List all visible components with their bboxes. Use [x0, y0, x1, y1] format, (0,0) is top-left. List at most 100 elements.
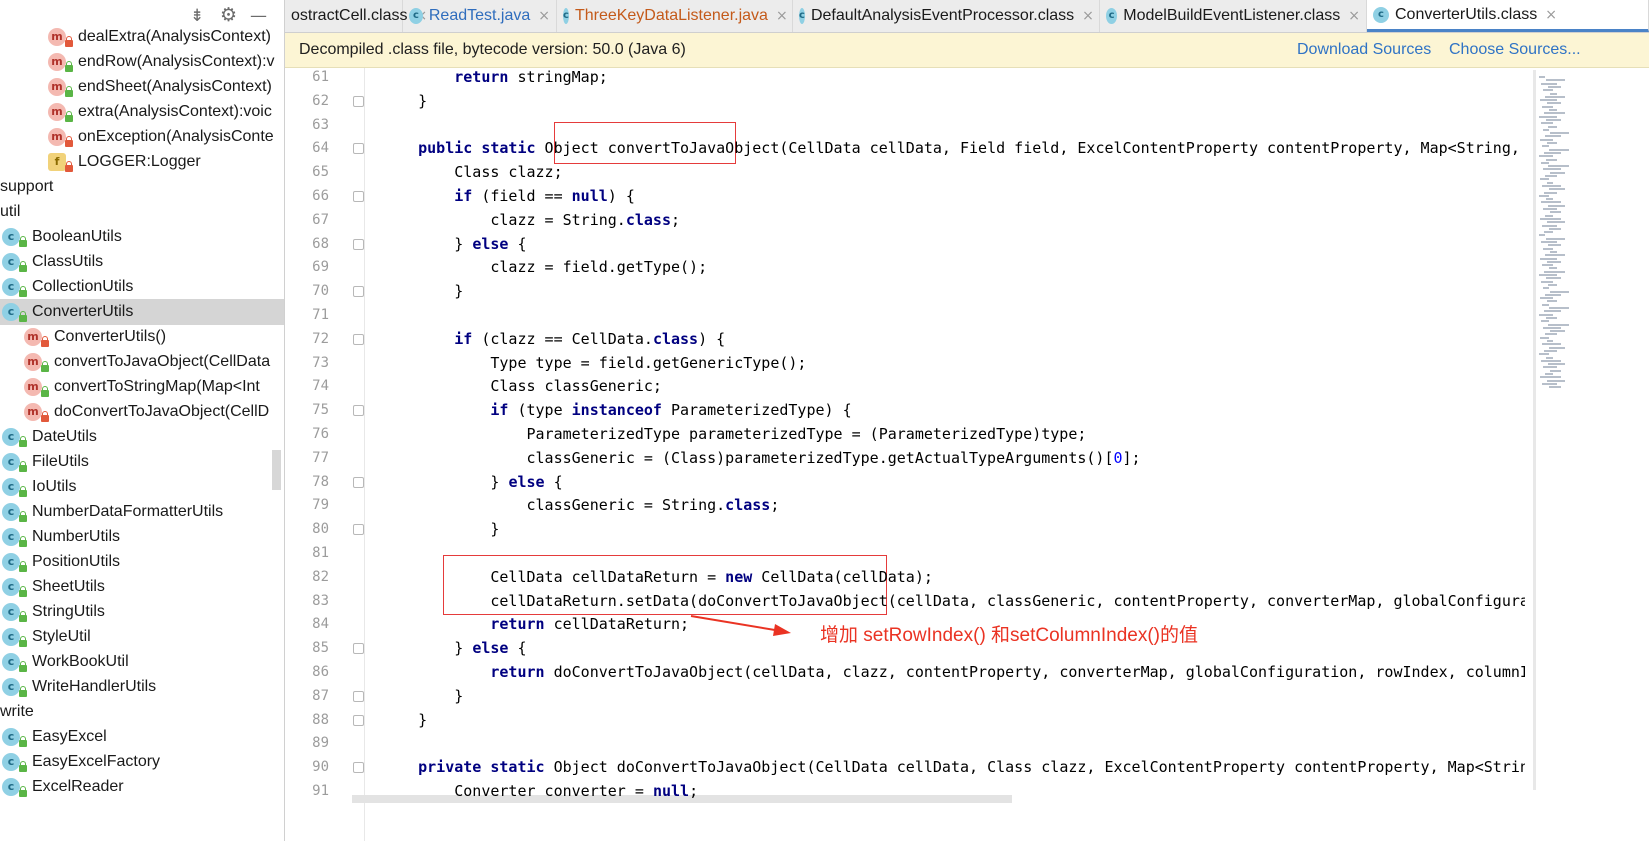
code-line[interactable]: ParameterizedType parameterizedType = (P…	[382, 422, 1086, 446]
tree-item[interactable]: c EasyExcelFactory	[0, 749, 284, 775]
tree-item[interactable]: c ClassUtils	[0, 249, 284, 275]
tree-item[interactable]: c StyleUtil	[0, 624, 284, 650]
code-line[interactable]: clazz = field.getType();	[382, 255, 707, 279]
code-line[interactable]: Class clazz;	[382, 160, 562, 184]
fold-marker-icon[interactable]	[353, 333, 364, 345]
editor-tab[interactable]: c ThreeKeyDataListener.java ×	[557, 0, 793, 32]
minimap-line	[1549, 267, 1557, 270]
tree-item[interactable]: c PositionUtils	[0, 549, 284, 575]
gear-icon[interactable]: ⚙	[220, 4, 237, 26]
tree-item[interactable]: c BooleanUtils	[0, 224, 284, 250]
tree-item[interactable]: c SheetUtils	[0, 574, 284, 600]
fold-marker-icon[interactable]	[353, 476, 364, 488]
tree-item[interactable]: c ExcelReader	[0, 774, 284, 800]
editor-tab[interactable]: c ReadTest.java ×	[403, 0, 557, 32]
code-line[interactable]: Converter converter = null;	[382, 779, 698, 803]
code-line[interactable]: } else {	[382, 636, 526, 660]
code-line[interactable]: }	[382, 279, 463, 303]
tree-item[interactable]: m convertToStringMap(Map<Int	[0, 374, 284, 400]
tree-item[interactable]: c FileUtils	[0, 449, 284, 475]
sidebar-scrollbar[interactable]	[272, 450, 281, 490]
class-icon: c	[2, 428, 27, 447]
tree-item[interactable]: c StringUtils	[0, 599, 284, 625]
fold-marker-icon[interactable]	[353, 191, 364, 202]
tree-item[interactable]: m onException(AnalysisConte	[0, 124, 284, 150]
tree-item[interactable]: c CollectionUtils	[0, 274, 284, 300]
fold-marker-icon[interactable]	[353, 143, 364, 155]
code-line[interactable]: }	[382, 517, 499, 541]
tree-item[interactable]: c DateUtils	[0, 424, 284, 450]
choose-sources-link[interactable]: Choose Sources...	[1449, 41, 1581, 59]
fold-marker-icon[interactable]	[353, 524, 364, 536]
close-tab-icon[interactable]: ×	[776, 8, 788, 24]
lock-icon	[65, 161, 73, 172]
tree-item[interactable]: write	[0, 699, 284, 725]
code-line[interactable]: private static Object doConvertToJavaObj…	[382, 755, 1628, 779]
code-line[interactable]: } else {	[382, 232, 526, 256]
code-line[interactable]: }	[382, 89, 427, 113]
code-line[interactable]: return cellDataReturn;	[382, 612, 689, 636]
code-line[interactable]: CellData cellDataReturn = new CellData(c…	[382, 565, 933, 589]
minimap-line	[1547, 221, 1565, 224]
code-line[interactable]: cellDataReturn.setData(doConvertToJavaOb…	[382, 589, 1628, 613]
code-line[interactable]: }	[382, 708, 427, 732]
code-line[interactable]: Type type = field.getGenericType();	[382, 351, 806, 375]
tree-item[interactable]: c WorkBookUtil	[0, 649, 284, 675]
tree-item[interactable]: m ConverterUtils()	[0, 324, 284, 350]
tree-item[interactable]: util	[0, 199, 284, 225]
fold-marker-icon[interactable]	[353, 286, 364, 298]
minimap-track[interactable]	[1533, 70, 1536, 790]
editor-tab[interactable]: c DefaultAnalysisEventProcessor.class ×	[793, 0, 1100, 32]
code-editor[interactable]: 61 return stringMap; 62 } 63 64 public stat…	[285, 68, 1649, 841]
tree-item[interactable]: m convertToJavaObject(CellData	[0, 349, 284, 375]
fold-marker-icon[interactable]	[353, 762, 364, 774]
tree-item[interactable]: m endSheet(AnalysisContext)	[0, 74, 284, 100]
code-line[interactable]: return stringMap;	[382, 68, 608, 89]
tree-item[interactable]: support	[0, 174, 284, 200]
code-line[interactable]: public static Object convertToJavaObject…	[382, 136, 1619, 160]
code-line[interactable]: return doConvertToJavaObject(cellData, c…	[382, 660, 1583, 684]
fold-marker-icon[interactable]	[353, 95, 364, 107]
code-line[interactable]: }	[382, 684, 463, 708]
fold-marker-icon[interactable]	[353, 714, 364, 726]
code-line[interactable]: Class classGeneric;	[382, 374, 662, 398]
code-line[interactable]: if (type instanceof ParameterizedType) {	[382, 398, 851, 422]
tree-item[interactable]: c NumberUtils	[0, 524, 284, 550]
class-icon: c	[2, 603, 27, 622]
minimize-icon[interactable]: —	[250, 6, 267, 26]
tree-item[interactable]: c WriteHandlerUtils	[0, 674, 284, 700]
fold-marker-icon[interactable]	[353, 405, 364, 417]
line-number: 85	[312, 640, 329, 657]
editor-tab[interactable]: c ModelBuildEventListener.class ×	[1100, 0, 1367, 32]
code-line[interactable]: clazz = String.class;	[382, 208, 680, 232]
close-tab-icon[interactable]: ×	[1082, 8, 1094, 24]
minimap-line	[1544, 270, 1565, 273]
collapse-icon[interactable]: ⇟	[190, 6, 204, 26]
editor-tab[interactable]: c ConverterUtils.class ×	[1367, 0, 1649, 32]
minimap-line	[1539, 155, 1553, 158]
code-line[interactable]: classGeneric = (Class)parameterizedType.…	[382, 446, 1140, 470]
close-tab-icon[interactable]: ×	[1545, 7, 1557, 23]
download-sources-link[interactable]: Download Sources	[1297, 41, 1431, 59]
tree-item[interactable]: m endRow(AnalysisContext):v	[0, 49, 284, 75]
close-tab-icon[interactable]: ×	[1348, 8, 1360, 24]
tree-item[interactable]: f LOGGER:Logger	[0, 149, 284, 175]
close-tab-icon[interactable]: ×	[538, 8, 550, 24]
tree-item[interactable]: m doConvertToJavaObject(CellD	[0, 399, 284, 425]
tree-item[interactable]: c IoUtils	[0, 474, 284, 500]
fold-marker-icon[interactable]	[353, 238, 364, 250]
tree-item[interactable]: c EasyExcel	[0, 724, 284, 750]
fold-marker-icon[interactable]	[353, 643, 364, 655]
class-icon: c	[2, 228, 27, 247]
editor-tab[interactable]: ostractCell.class×	[285, 0, 427, 32]
code-minimap[interactable]	[1525, 68, 1649, 841]
tree-item[interactable]: c NumberDataFormatterUtils	[0, 499, 284, 525]
code-line[interactable]: if (clazz == CellData.class) {	[382, 327, 725, 351]
tree-item[interactable]: c ConverterUtils	[0, 299, 284, 325]
tree-item-label: LOGGER:Logger	[78, 153, 201, 170]
code-line[interactable]: } else {	[382, 470, 562, 494]
code-line[interactable]: if (field == null) {	[382, 184, 635, 208]
code-line[interactable]: classGeneric = String.class;	[382, 493, 779, 517]
tree-item[interactable]: m extra(AnalysisContext):voic	[0, 99, 284, 125]
fold-marker-icon[interactable]	[353, 690, 364, 702]
